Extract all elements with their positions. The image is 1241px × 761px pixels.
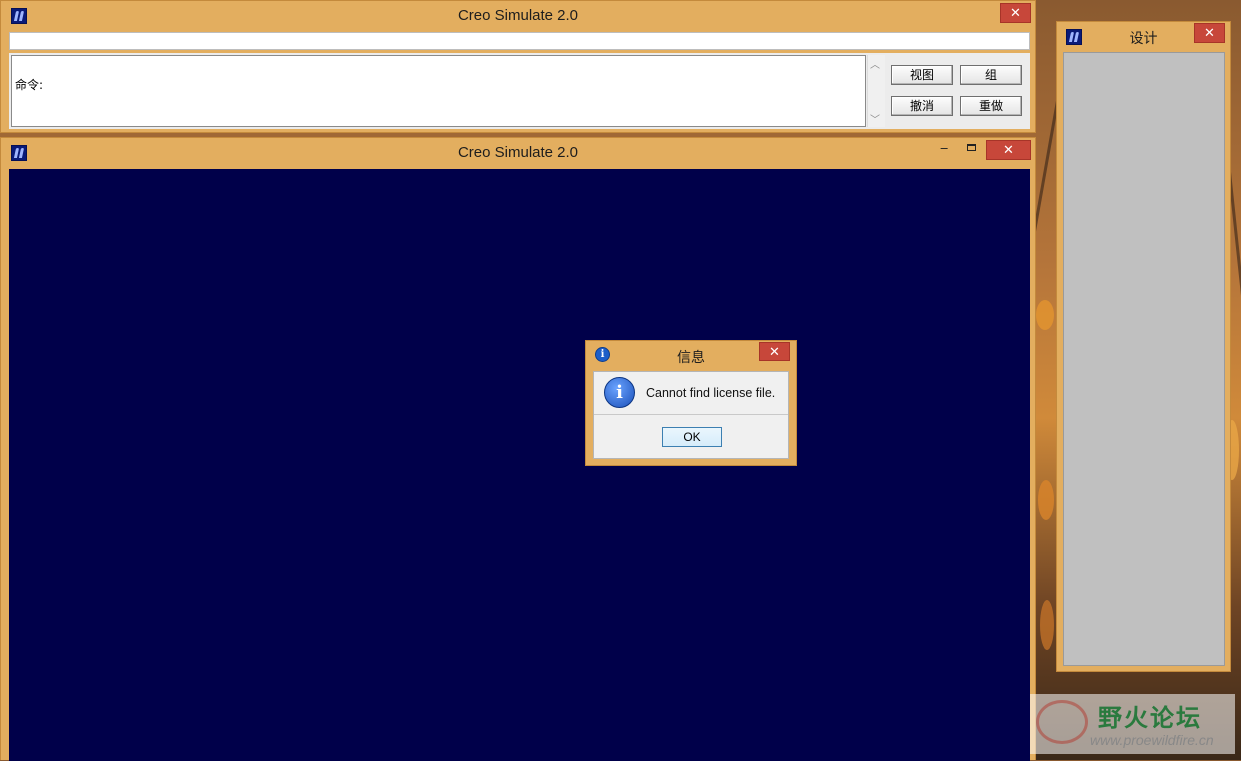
command-scrollbar[interactable]: ︿ ﹀ — [867, 55, 885, 127]
command-prompt-label: 命令: — [15, 78, 44, 92]
undo-button[interactable]: 撤消 — [891, 96, 953, 116]
view-button[interactable]: 视图 — [891, 65, 953, 85]
design-panel: 设计 ✕ — [1056, 21, 1231, 672]
group-button[interactable]: 组 — [960, 65, 1022, 85]
close-icon[interactable]: ✕ — [986, 140, 1031, 160]
command-window-titlebar[interactable]: Creo Simulate 2.0 ✕ — [1, 1, 1035, 29]
info-dialog: i 信息 ✕ i Cannot find license file. OK — [585, 340, 797, 466]
command-window-title: Creo Simulate 2.0 — [457, 7, 579, 24]
command-input[interactable]: 命令: — [11, 55, 866, 127]
graphics-canvas[interactable] — [9, 169, 1030, 761]
design-panel-titlebar[interactable]: 设计 ✕ — [1057, 22, 1230, 50]
watermark-url: www.proewildfire.cn — [1090, 732, 1214, 748]
main-window: Creo Simulate 2.0 ‒ ✕ — [0, 137, 1036, 761]
close-icon[interactable]: ✕ — [1000, 3, 1031, 23]
scroll-down-icon[interactable]: ﹀ — [870, 111, 880, 126]
info-dialog-body: i Cannot find license file. OK — [593, 371, 789, 459]
main-window-title: Creo Simulate 2.0 — [457, 144, 579, 161]
watermark: 野火论坛 www.proewildfire.cn — [1030, 694, 1235, 754]
maximize-icon[interactable] — [967, 144, 976, 151]
command-window: Creo Simulate 2.0 ✕ 命令: ︿ ﹀ 视图 组 撤消 重做 — [0, 0, 1036, 133]
minimize-icon[interactable]: ‒ — [940, 141, 948, 156]
info-dialog-titlebar[interactable]: i 信息 ✕ — [586, 341, 796, 369]
status-line — [9, 32, 1030, 50]
redo-button[interactable]: 重做 — [960, 96, 1022, 116]
dialog-divider — [594, 414, 788, 415]
close-icon[interactable]: ✕ — [1194, 23, 1225, 43]
information-icon: i — [604, 377, 635, 408]
main-window-titlebar[interactable]: Creo Simulate 2.0 ‒ ✕ — [1, 138, 1035, 166]
watermark-brand: 野火论坛 — [1098, 704, 1202, 732]
design-panel-body — [1063, 52, 1225, 666]
scroll-up-icon[interactable]: ︿ — [870, 56, 880, 71]
command-area: 命令: ︿ ﹀ 视图 组 撤消 重做 — [9, 53, 1030, 129]
dialog-message: Cannot find license file. — [646, 386, 776, 400]
close-icon[interactable]: ✕ — [759, 342, 790, 361]
watermark-logo — [1036, 700, 1088, 744]
ok-button[interactable]: OK — [662, 427, 722, 447]
